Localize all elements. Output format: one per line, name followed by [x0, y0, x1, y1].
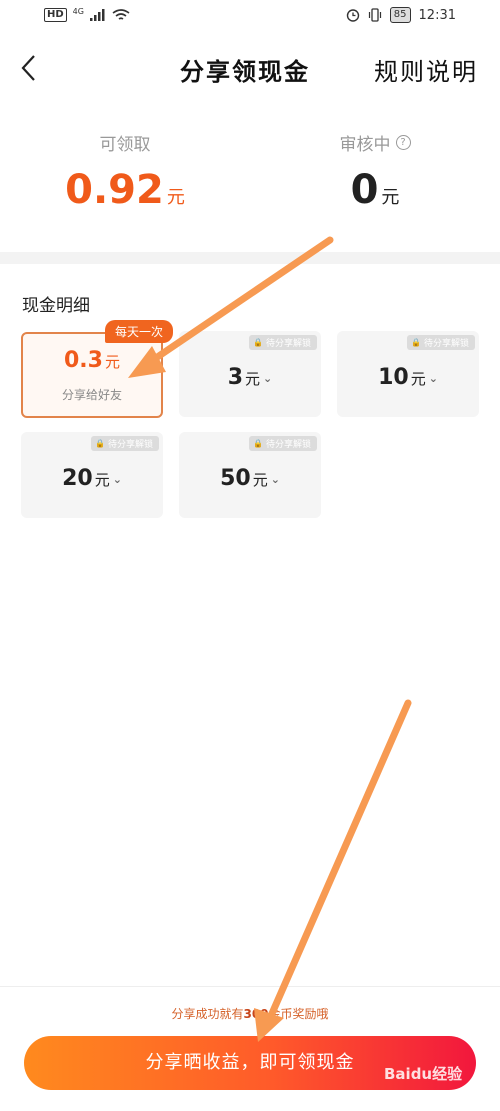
card-amount: 20	[62, 466, 93, 491]
cash-card-50[interactable]: 🔒 待分享解锁 50 元 ⌄	[179, 432, 321, 518]
card-amount: 10	[378, 365, 409, 390]
reward-tip: 分享成功就有300金币奖励哦	[171, 1007, 329, 1021]
section-divider	[0, 252, 500, 264]
lock-icon: 🔒	[253, 338, 263, 347]
cash-detail-title: 现金明细	[22, 296, 90, 316]
card-unit: 元	[410, 370, 426, 388]
card-amount: 3	[227, 365, 244, 390]
lock-tag: 🔒 待分享解锁	[249, 436, 317, 451]
reviewing-balance: 审核中? 0元	[250, 130, 500, 213]
app-header: 分享领现金 规则说明	[0, 34, 500, 104]
card-unit: 元	[104, 353, 120, 371]
annotation-arrow-bottom	[254, 699, 412, 1042]
status-left: HD 4G	[44, 6, 130, 22]
cash-card-20[interactable]: 🔒 待分享解锁 20 元 ⌄	[21, 432, 163, 518]
lock-tag: 🔒 待分享解锁	[91, 436, 159, 451]
chevron-left-icon	[21, 55, 35, 81]
card-unit: 元	[252, 471, 268, 489]
chevron-down-icon: ⌄	[270, 473, 280, 486]
available-unit: 元	[166, 187, 185, 208]
vibrate-icon	[368, 8, 381, 22]
hd-badge: HD	[44, 8, 67, 22]
back-button[interactable]	[16, 50, 42, 86]
balance-summary: 可领取 0.92 元 审核中? 0元	[0, 130, 500, 240]
reviewing-label: 审核中	[339, 135, 391, 155]
footer-divider	[0, 986, 500, 987]
card-subtitle: 分享给好友	[61, 388, 122, 402]
cash-card-0-3[interactable]: 每天一次 0.3 元 分享给好友	[21, 320, 173, 418]
clock: 12:31	[418, 7, 456, 23]
reward-coins: 300	[243, 1007, 269, 1021]
reviewing-unit: 元	[381, 187, 400, 208]
status-bar: HD 4G 85 12:31	[0, 0, 500, 34]
card-unit: 元	[245, 370, 261, 388]
wifi-icon	[112, 8, 130, 20]
baidu-watermark: Baidu经验	[384, 1065, 463, 1083]
lock-tag: 🔒 待分享解锁	[407, 335, 475, 350]
reviewing-amount: 0元	[350, 167, 400, 213]
page-title: 分享领现金	[180, 57, 310, 86]
rules-link[interactable]: 规则说明	[374, 52, 478, 87]
signal-icon	[89, 9, 105, 21]
lock-icon: 🔒	[253, 439, 263, 448]
status-right: 85 12:31	[346, 7, 456, 23]
card-amount: 0.3	[64, 348, 103, 373]
available-balance: 可领取 0.92 元	[0, 130, 250, 213]
daily-once-badge: 每天一次	[104, 320, 173, 343]
available-amount: 0.92 元	[65, 167, 185, 213]
chevron-down-icon: ⌄	[112, 473, 122, 486]
network-type: 4G	[72, 6, 84, 16]
lock-icon: 🔒	[95, 439, 105, 448]
lock-icon: 🔒	[411, 338, 421, 347]
battery-level: 85	[389, 7, 411, 23]
chevron-down-icon: ⌄	[428, 372, 438, 385]
available-label: 可领取	[99, 135, 151, 155]
chevron-down-icon: ⌄	[263, 372, 273, 385]
lock-tag: 🔒 待分享解锁	[249, 335, 317, 350]
cash-card-3[interactable]: 🔒 待分享解锁 3 元 ⌄	[179, 331, 321, 417]
card-unit: 元	[94, 471, 110, 489]
alarm-icon	[346, 9, 359, 22]
card-amount: 50	[220, 466, 251, 491]
cash-card-10[interactable]: 🔒 待分享解锁 10 元 ⌄	[337, 331, 479, 417]
help-icon[interactable]: ?	[395, 135, 411, 150]
